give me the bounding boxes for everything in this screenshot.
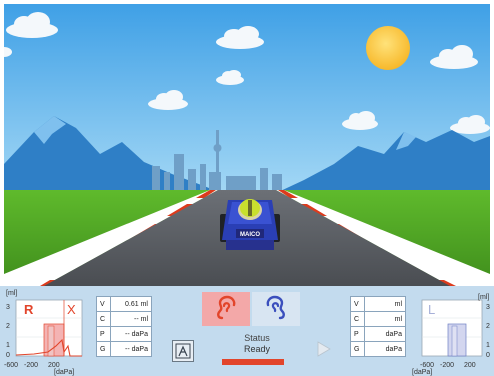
result-key: C — [95, 311, 112, 327]
result-key: P — [95, 326, 112, 342]
table-row: Vml — [349, 296, 406, 312]
y-tick: 3 — [486, 304, 490, 311]
left-ear-results-table: Vml Cml PdaPa GdaPa — [349, 296, 406, 357]
tymp-unit-bottom: [daPa] — [412, 369, 433, 376]
table-row: Cml — [349, 311, 406, 327]
result-key: P — [349, 326, 366, 342]
x-tick: 200 — [48, 362, 60, 369]
result-key: C — [349, 311, 366, 327]
right-ear-button[interactable] — [202, 292, 250, 326]
result-value: -- daPa — [110, 341, 152, 357]
ear-letter-r: R — [24, 302, 34, 317]
result-value: 0.61 ml — [110, 296, 152, 312]
control-panel: [ml] 3 2 1 0 -600 -200 200 [daPa] R X V0… — [0, 286, 494, 376]
y-tick: 0 — [486, 352, 490, 359]
game-scene: MAICO — [4, 4, 490, 286]
table-row: G -- daPa — [95, 341, 152, 357]
result-key: V — [349, 296, 366, 312]
x-tick: -600 — [4, 362, 19, 369]
result-key: V — [95, 296, 112, 312]
result-mark: X — [67, 302, 76, 317]
status-bar — [222, 359, 284, 365]
app-window: MAICO [ml] 3 2 1 0 -600 -200 200 [daPa] … — [0, 0, 494, 376]
y-tick: 0 — [6, 352, 10, 359]
result-value: -- daPa — [110, 326, 152, 342]
tympanogram-left-ear: [ml] 3 2 1 0 -600 -200 200 [daPa] L — [402, 288, 494, 376]
stand-figure-icon — [175, 343, 191, 359]
table-row: PdaPa — [349, 326, 406, 342]
result-value: ml — [364, 311, 406, 327]
right-ear-icon — [217, 295, 236, 320]
y-tick: 2 — [6, 323, 10, 330]
result-value: daPa — [364, 326, 406, 342]
play-icon — [317, 341, 331, 357]
tymp-unit-top: [ml] — [478, 294, 490, 301]
result-value: ml — [364, 296, 406, 312]
tymp-unit-bottom: [daPa] — [54, 369, 75, 376]
result-key: G — [95, 341, 112, 357]
y-tick: 1 — [6, 342, 10, 349]
y-tick: 2 — [486, 323, 490, 330]
left-ear-icon — [266, 295, 285, 320]
y-tick: 3 — [6, 304, 10, 311]
tymp-unit-top: [ml] — [6, 290, 18, 297]
kart-brand-label: MAICO — [240, 232, 260, 238]
left-ear-button[interactable] — [252, 292, 300, 326]
test-button[interactable] — [172, 340, 194, 362]
table-row: GdaPa — [349, 341, 406, 357]
result-key: G — [349, 341, 366, 357]
y-tick: 1 — [486, 342, 490, 349]
play-button[interactable] — [312, 338, 334, 360]
ear-letter-l: L — [428, 302, 436, 317]
kart: MAICO — [220, 199, 280, 250]
result-value: -- ml — [110, 311, 152, 327]
x-tick: -200 — [440, 362, 455, 369]
sun — [366, 26, 410, 70]
status-value: Ready — [243, 344, 270, 354]
right-ear-results-table: V 0.61 ml C -- ml P -- daPa G -- daPa — [95, 296, 152, 357]
status-label: Status — [244, 333, 270, 343]
x-tick: -200 — [24, 362, 39, 369]
x-tick: -600 — [420, 362, 435, 369]
scene-illustration: MAICO — [4, 4, 490, 286]
x-tick: 200 — [464, 362, 476, 369]
table-row: V 0.61 ml — [95, 296, 152, 312]
table-row: P -- daPa — [95, 326, 152, 342]
table-row: C -- ml — [95, 311, 152, 327]
tympanogram-right-ear: [ml] 3 2 1 0 -600 -200 200 [daPa] R X — [4, 288, 96, 376]
result-value: daPa — [364, 341, 406, 357]
